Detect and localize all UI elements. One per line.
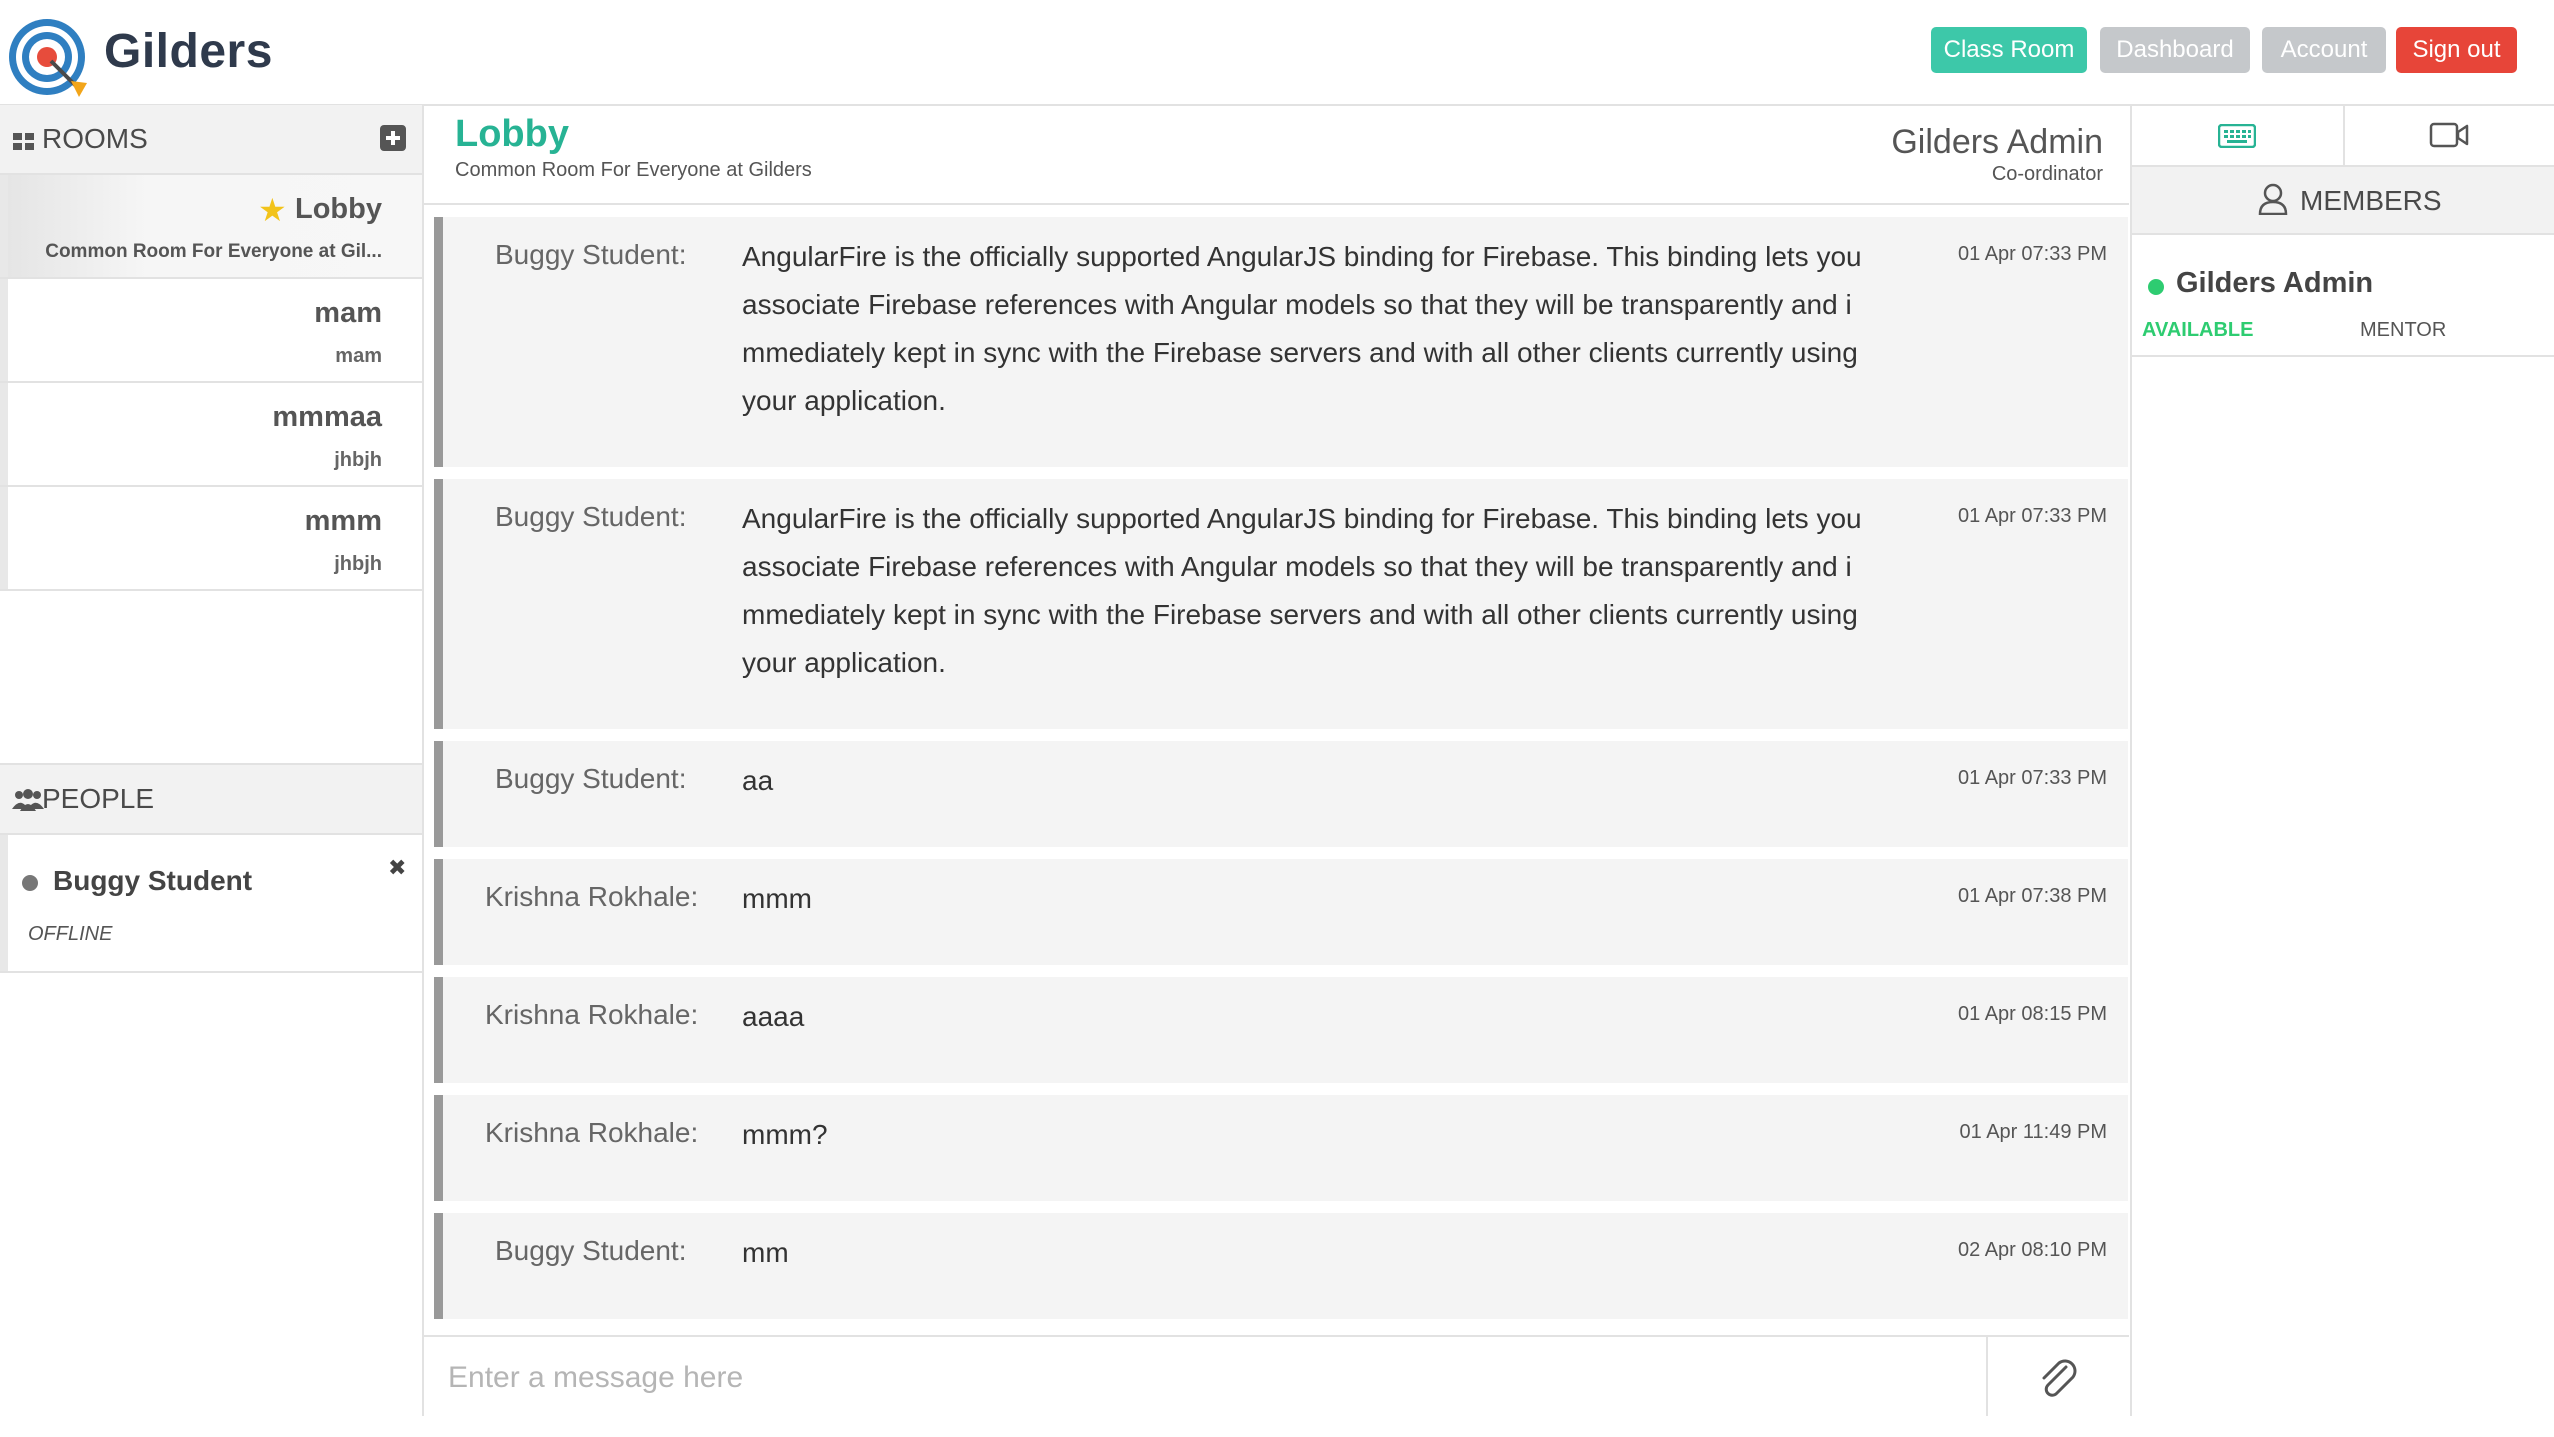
room-description: Common Room For Everyone at Gilders (455, 159, 812, 181)
room-admin-name: Gilders Admin (1891, 123, 2103, 161)
message-text: AngularFire is the officially supported … (742, 503, 1862, 678)
target-logo-icon[interactable] (7, 15, 92, 100)
message-input[interactable] (424, 1337, 2010, 1418)
message-text: mmm? (742, 1119, 828, 1150)
add-room-icon[interactable] (380, 125, 406, 151)
message-item: Krishna Rokhale: aaaa 01 Apr 08:15 PM (434, 977, 2128, 1083)
account-button[interactable]: Account (2262, 27, 2386, 73)
tab-video[interactable] (2345, 105, 2554, 167)
message-author: Buggy Student: (495, 501, 687, 532)
message-time: 01 Apr 07:33 PM (1958, 767, 2107, 789)
close-icon[interactable]: ✖ (388, 855, 406, 881)
paperclip-icon (2042, 1359, 2077, 1397)
message-time: 01 Apr 07:33 PM (1958, 243, 2107, 265)
app-title[interactable]: Gilders (104, 24, 273, 79)
message-author: Krishna Rokhale: (485, 1117, 699, 1148)
message-item: Krishna Rokhale: mmm? 01 Apr 11:49 PM (434, 1095, 2128, 1201)
grid-icon (13, 133, 34, 150)
room-item-name: mmm (304, 505, 382, 537)
room-title: Lobby (455, 113, 569, 155)
member-role: MENTOR (2360, 319, 2447, 341)
people-item-bar (0, 835, 8, 971)
room-item-subtitle: Common Room For Everyone at Gil... (45, 241, 382, 262)
user-icon (2258, 183, 2288, 215)
room-header: Lobby Common Room For Everyone at Gilder… (424, 105, 2129, 205)
video-camera-icon (2429, 122, 2469, 148)
keyboard-icon (2218, 124, 2256, 148)
room-item-subtitle: jhbjh (334, 449, 382, 471)
message-item: Buggy Student: AngularFire is the offici… (434, 217, 2128, 467)
room-item-bar (0, 175, 8, 277)
message-text: aa (742, 765, 774, 796)
message-item: Buggy Student: mm 02 Apr 08:10 PM (434, 1213, 2128, 1319)
room-item-name: mam (314, 297, 382, 329)
message-author: Buggy Student: (495, 239, 687, 270)
message-time: 01 Apr 07:38 PM (1958, 885, 2107, 907)
room-item-bar (0, 383, 8, 485)
message-time: 01 Apr 11:49 PM (1959, 1121, 2108, 1143)
rooms-title: ROOMS (42, 123, 148, 154)
left-sidebar: ROOMS ★ Lobby Common Room For Everyone a… (0, 105, 424, 1416)
message-text: mm (742, 1237, 789, 1268)
rooms-header: ROOMS (0, 105, 422, 175)
message-item: Buggy Student: AngularFire is the offici… (434, 479, 2128, 729)
top-header: Gilders Class Room Dashboard Account Sig… (0, 0, 2554, 106)
message-item: Buggy Student: aa 01 Apr 07:33 PM (434, 741, 2128, 847)
message-author: Krishna Rokhale: (485, 999, 699, 1030)
members-header: MEMBERS (2132, 167, 2554, 235)
member-item[interactable]: Gilders Admin AVAILABLE MENTOR (2132, 235, 2554, 357)
dashboard-button[interactable]: Dashboard (2100, 27, 2250, 73)
member-name: Gilders Admin (2176, 267, 2374, 299)
available-status-dot (2148, 279, 2164, 295)
tab-keyboard[interactable] (2132, 105, 2345, 167)
room-admin-role: Co-ordinator (1991, 163, 2103, 185)
star-icon: ★ (258, 192, 287, 228)
message-list[interactable]: Buggy Student: AngularFire is the offici… (434, 217, 2128, 1437)
room-item-lobby[interactable]: ★ Lobby Common Room For Everyone at Gil.… (0, 175, 422, 279)
people-header: PEOPLE (0, 763, 422, 835)
attach-button[interactable] (1986, 1337, 2131, 1416)
room-item-subtitle: jhbjh (334, 553, 382, 575)
member-status: AVAILABLE (2142, 319, 2254, 341)
members-title: MEMBERS (2300, 185, 2442, 216)
people-item-name: Buggy Student (53, 865, 253, 896)
message-author: Buggy Student: (495, 763, 687, 794)
message-text: aaaa (742, 1001, 805, 1032)
message-author: Krishna Rokhale: (485, 881, 699, 912)
offline-status-dot (22, 875, 38, 891)
people-icon (12, 789, 44, 811)
signout-button[interactable]: Sign out (2396, 27, 2517, 73)
people-item-status: OFFLINE (28, 923, 113, 945)
people-item[interactable]: Buggy Student OFFLINE ✖ (0, 835, 422, 973)
classroom-button[interactable]: Class Room (1931, 27, 2087, 73)
room-item-mmmaa[interactable]: mmmaa jhbjh (0, 383, 422, 487)
room-item-mam[interactable]: mam mam (0, 279, 422, 383)
message-time: 01 Apr 07:33 PM (1958, 505, 2107, 527)
room-item-subtitle: mam (335, 345, 382, 367)
message-item: Krishna Rokhale: mmm 01 Apr 07:38 PM (434, 859, 2128, 965)
message-time: 01 Apr 08:15 PM (1958, 1003, 2107, 1025)
message-text: mmm (742, 883, 812, 914)
room-item-name: Lobby (295, 193, 382, 225)
message-text: AngularFire is the officially supported … (742, 241, 1862, 416)
people-title: PEOPLE (42, 783, 155, 814)
message-author: Buggy Student: (495, 1235, 687, 1266)
chat-panel: Lobby Common Room For Everyone at Gilder… (424, 105, 2129, 1418)
message-time: 02 Apr 08:10 PM (1958, 1239, 2107, 1261)
message-composer (424, 1335, 2129, 1418)
room-item-name: mmmaa (272, 401, 382, 433)
room-item-bar (0, 279, 8, 381)
right-panel: MEMBERS Gilders Admin AVAILABLE MENTOR (2130, 105, 2554, 1416)
room-item-mmm[interactable]: mmm jhbjh (0, 487, 422, 591)
room-item-bar (0, 487, 8, 589)
